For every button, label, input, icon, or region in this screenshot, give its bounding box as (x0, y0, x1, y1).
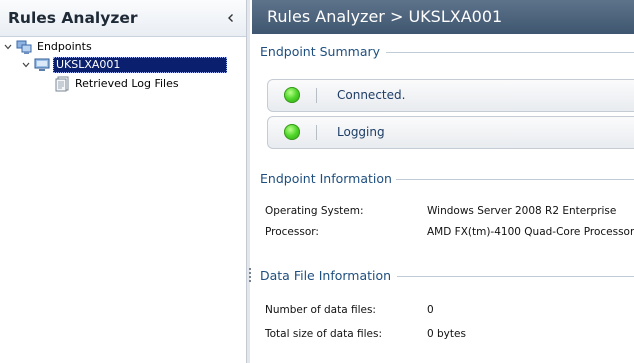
log-files-icon (55, 76, 69, 91)
section-divider (396, 179, 634, 180)
tree-item-host[interactable]: UKSLXA001 (21, 56, 227, 73)
endpoints-group-icon (16, 40, 32, 54)
navigation-pane: Rules Analyzer Endpoints UKSLXA001 Retri… (0, 0, 246, 363)
details-pane: Rules Analyzer > UKSLXA001 Endpoint Summ… (252, 0, 634, 363)
processor-label: Processor: (265, 226, 319, 238)
connection-status-box: Connected. (267, 79, 634, 112)
tree-selection-highlight: UKSLXA001 (53, 56, 227, 73)
processor-value: AMD FX(tm)-4100 Quad-Core Processor (427, 226, 634, 238)
section-divider (386, 52, 634, 53)
logging-status-text: Logging (337, 125, 385, 139)
connection-status-text: Connected. (337, 88, 406, 102)
details-header: Rules Analyzer > UKSLXA001 (252, 0, 634, 34)
chevron-down-icon[interactable] (21, 60, 31, 70)
computer-icon (34, 58, 50, 71)
section-divider (397, 276, 634, 277)
os-label: Operating System: (265, 205, 364, 217)
connected-status-icon (284, 87, 300, 103)
collapse-pane-icon[interactable] (226, 13, 236, 23)
data-file-size-label: Total size of data files: (265, 328, 383, 340)
status-separator (316, 88, 317, 103)
endpoint-information-heading: Endpoint Information (260, 171, 392, 186)
tree-item-retrieved-logs[interactable]: Retrieved Log Files (54, 75, 181, 92)
os-value: Windows Server 2008 R2 Enterprise (427, 205, 617, 217)
tree-label-retrieved-logs: Retrieved Log Files (75, 77, 179, 90)
details-title: Rules Analyzer > UKSLXA001 (267, 7, 503, 26)
pane-splitter[interactable] (246, 0, 250, 363)
status-separator (316, 125, 317, 140)
endpoint-summary-heading: Endpoint Summary (260, 44, 381, 59)
navigation-header: Rules Analyzer (0, 0, 246, 37)
logging-status-box: Logging (267, 116, 634, 149)
data-file-size-value: 0 bytes (427, 328, 466, 340)
data-file-information-heading: Data File Information (260, 268, 392, 283)
data-file-count-value: 0 (427, 304, 434, 316)
tree-item-endpoints[interactable]: Endpoints (3, 38, 94, 55)
navigation-title: Rules Analyzer (8, 9, 138, 27)
tree-label-endpoints: Endpoints (37, 40, 92, 53)
data-file-count-label: Number of data files: (265, 304, 376, 316)
chevron-down-icon[interactable] (3, 42, 13, 52)
logging-status-icon (284, 124, 300, 140)
tree-label-host: UKSLXA001 (56, 58, 121, 71)
